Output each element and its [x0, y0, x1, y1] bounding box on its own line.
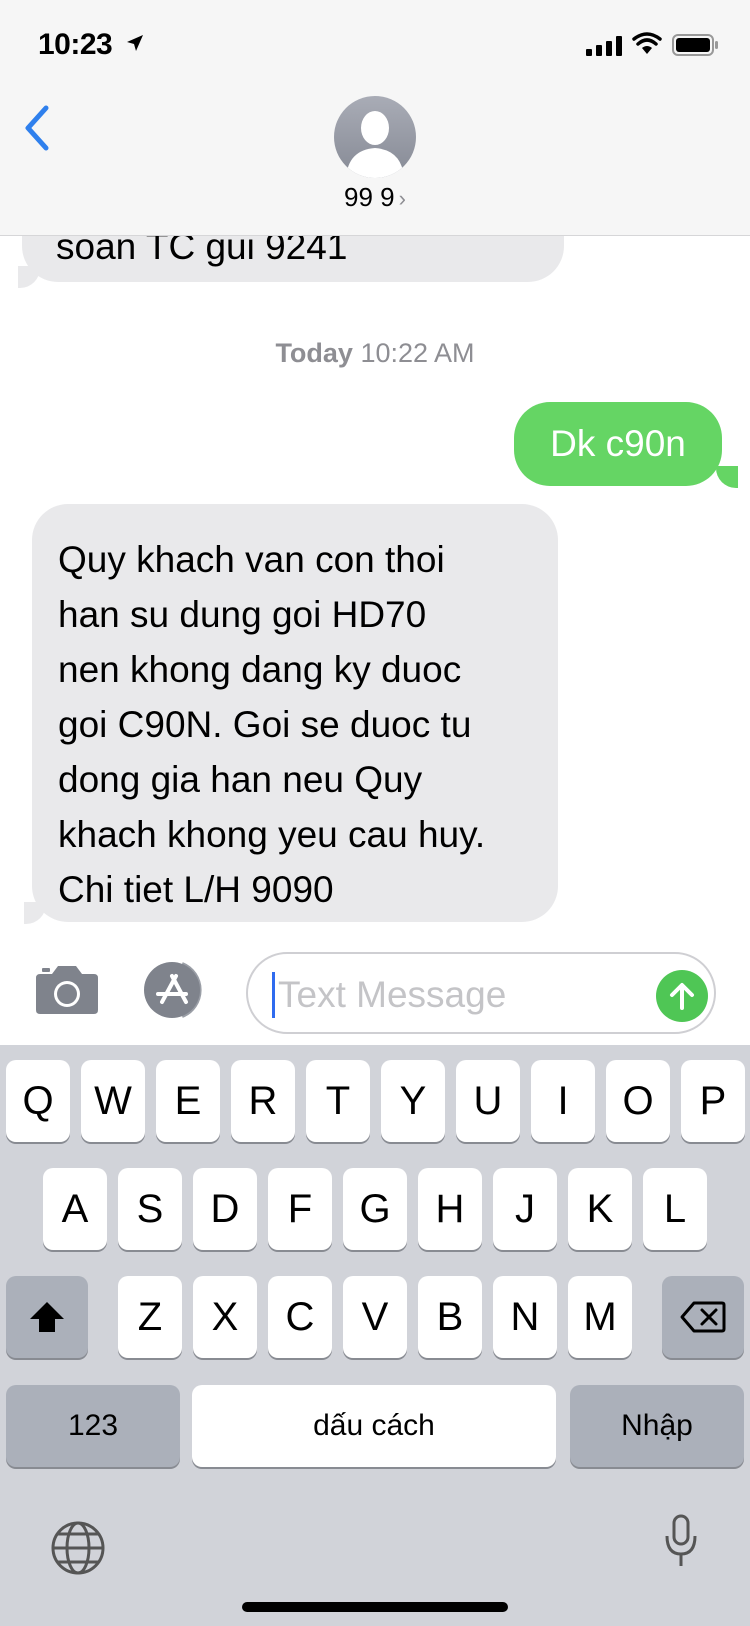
- shift-arrow-icon: [30, 1302, 64, 1332]
- key-n[interactable]: N: [493, 1276, 557, 1358]
- incoming-line: han su dung goi HD70: [58, 594, 427, 635]
- key-t[interactable]: T: [306, 1060, 370, 1142]
- send-button[interactable]: [656, 970, 708, 1022]
- key-r[interactable]: R: [231, 1060, 295, 1142]
- incoming-line: goi C90N. Goi se duoc tu: [58, 704, 472, 745]
- contact-name[interactable]: 99 9 ›: [0, 182, 750, 213]
- outgoing-message-text: Dk c90n: [550, 423, 686, 464]
- key-p[interactable]: P: [681, 1060, 745, 1142]
- incoming-message-tail: [24, 902, 46, 924]
- key-j[interactable]: J: [493, 1168, 557, 1250]
- key-u[interactable]: U: [456, 1060, 520, 1142]
- text-caret: [272, 972, 275, 1018]
- contact-avatar[interactable]: [334, 96, 416, 178]
- contact-chevron-icon: ›: [398, 186, 406, 211]
- shift-key[interactable]: [6, 1276, 88, 1358]
- app-store-icon[interactable]: [138, 960, 212, 1020]
- key-x[interactable]: X: [193, 1276, 257, 1358]
- numbers-key[interactable]: 123: [6, 1385, 180, 1467]
- delete-backward-icon: [680, 1301, 726, 1333]
- message-input[interactable]: Text Message: [246, 952, 716, 1034]
- timestamp-time: 10:22 AM: [360, 338, 475, 368]
- message-tail: [18, 266, 40, 288]
- message-input-placeholder: Text Message: [278, 974, 507, 1015]
- person-silhouette-icon: [346, 111, 404, 178]
- key-a[interactable]: A: [43, 1168, 107, 1250]
- key-g[interactable]: G: [343, 1168, 407, 1250]
- home-indicator[interactable]: [242, 1602, 508, 1612]
- back-chevron-icon[interactable]: [20, 104, 54, 152]
- incoming-line: Chi tiet L/H 9090: [58, 869, 334, 910]
- key-o[interactable]: O: [606, 1060, 670, 1142]
- timestamp-day: Today: [275, 338, 353, 368]
- key-k[interactable]: K: [568, 1168, 632, 1250]
- incoming-line: dong gia han neu Quy: [58, 759, 423, 800]
- microphone-icon[interactable]: [664, 1514, 698, 1568]
- outgoing-message[interactable]: Dk c90n: [514, 402, 722, 486]
- key-w[interactable]: W: [81, 1060, 145, 1142]
- key-d[interactable]: D: [193, 1168, 257, 1250]
- key-b[interactable]: B: [418, 1276, 482, 1358]
- key-y[interactable]: Y: [381, 1060, 445, 1142]
- key-z[interactable]: Z: [118, 1276, 182, 1358]
- incoming-line: nen khong dang ky duoc: [58, 649, 462, 690]
- key-i[interactable]: I: [531, 1060, 595, 1142]
- key-l[interactable]: L: [643, 1168, 707, 1250]
- key-v[interactable]: V: [343, 1276, 407, 1358]
- return-key[interactable]: Nhập: [570, 1385, 744, 1467]
- key-e[interactable]: E: [156, 1060, 220, 1142]
- message-timestamp: Today 10:22 AM: [0, 338, 750, 369]
- cellular-signal-icon: [586, 36, 622, 56]
- conversation-header: 10:23 99 9 ›: [0, 0, 750, 236]
- key-q[interactable]: Q: [6, 1060, 70, 1142]
- space-key[interactable]: dấu cách: [192, 1385, 556, 1467]
- key-c[interactable]: C: [268, 1276, 332, 1358]
- key-s[interactable]: S: [118, 1168, 182, 1250]
- incoming-line: khach khong yeu cau huy.: [58, 814, 486, 855]
- wifi-icon: [632, 32, 662, 54]
- key-m[interactable]: M: [568, 1276, 632, 1358]
- battery-icon: [672, 34, 718, 56]
- contact-name-label: 99 9: [344, 182, 395, 212]
- status-time: 10:23: [38, 28, 113, 61]
- camera-icon[interactable]: [34, 964, 100, 1016]
- backspace-key[interactable]: [662, 1276, 744, 1358]
- arrow-up-icon: [670, 983, 694, 1010]
- outgoing-message-tail: [716, 466, 738, 488]
- incoming-message[interactable]: Quy khach van con thoi han su dung goi H…: [32, 504, 558, 922]
- location-arrow-icon: [127, 35, 143, 51]
- key-h[interactable]: H: [418, 1168, 482, 1250]
- globe-icon[interactable]: [50, 1520, 106, 1576]
- incoming-line: Quy khach van con thoi: [58, 539, 445, 580]
- key-f[interactable]: F: [268, 1168, 332, 1250]
